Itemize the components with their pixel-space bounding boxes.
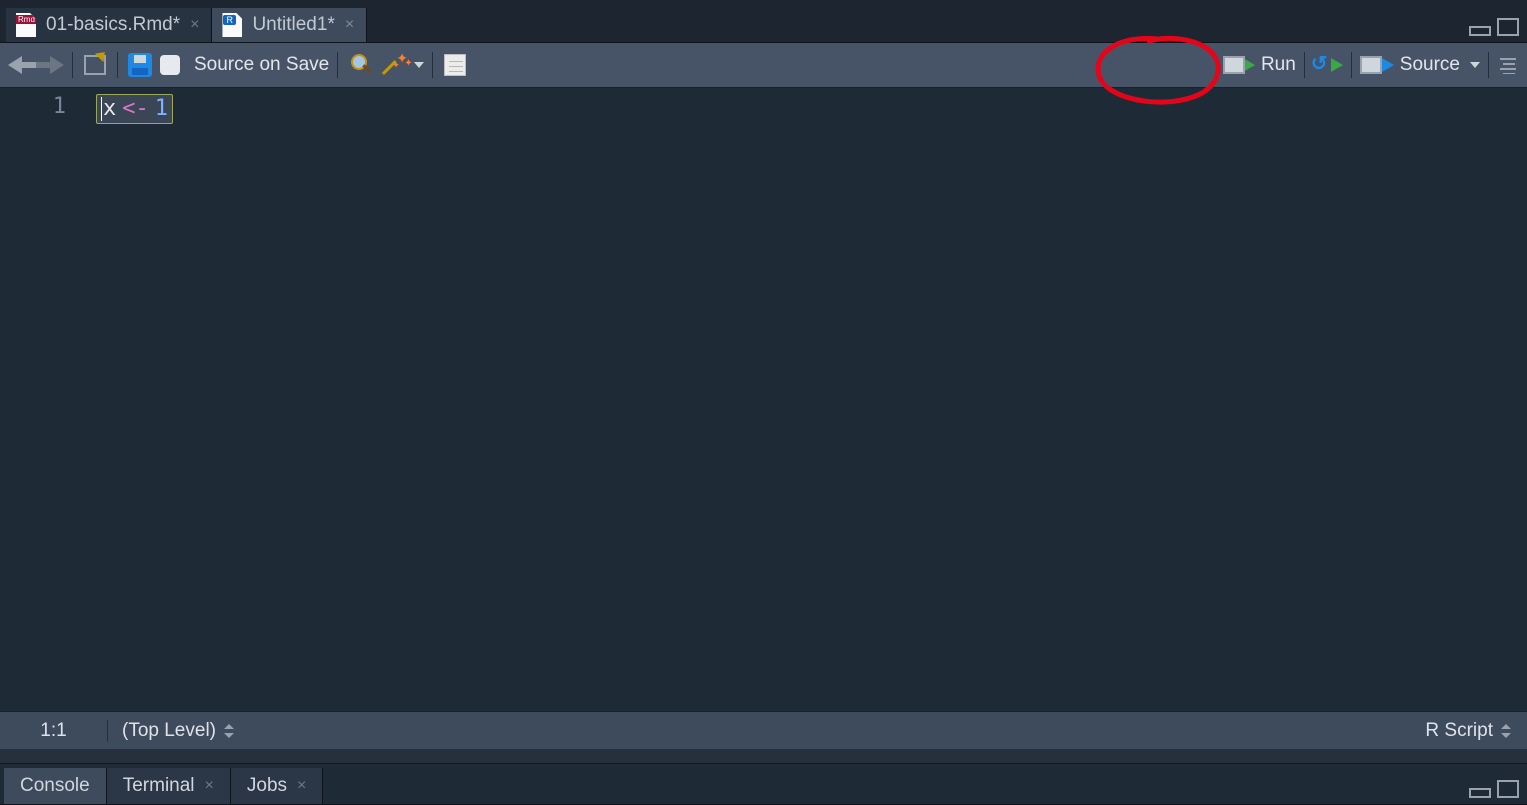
save-icon bbox=[128, 53, 152, 77]
source-arrow-icon bbox=[1382, 58, 1394, 72]
run-button[interactable]: Run bbox=[1223, 43, 1296, 87]
tab-file-1[interactable]: 01-basics.Rmd* × bbox=[6, 8, 212, 42]
outline-icon bbox=[1497, 56, 1519, 74]
updown-caret-icon bbox=[1501, 724, 1513, 738]
find-replace-button[interactable] bbox=[346, 51, 374, 79]
tab-terminal[interactable]: Terminal × bbox=[107, 768, 231, 804]
close-icon[interactable]: × bbox=[205, 777, 214, 795]
run-label: Run bbox=[1261, 54, 1296, 76]
text-cursor bbox=[101, 97, 102, 121]
minimize-pane-icon[interactable] bbox=[1469, 26, 1491, 36]
tab-label: Console bbox=[20, 775, 90, 797]
chevron-down-icon[interactable] bbox=[414, 62, 424, 68]
document-outline-button[interactable] bbox=[1497, 43, 1519, 87]
language-selector[interactable]: R Script bbox=[1411, 720, 1527, 742]
console-tabs: Console Terminal × Jobs × bbox=[0, 763, 1527, 805]
cursor-position: 1:1 bbox=[0, 720, 108, 742]
updown-caret-icon bbox=[224, 724, 236, 738]
tab-label: Terminal bbox=[123, 775, 195, 797]
token-identifier: x bbox=[103, 96, 116, 121]
token-operator: <- bbox=[122, 96, 149, 121]
search-icon bbox=[349, 54, 371, 76]
code-editor[interactable]: 1 x<-1 bbox=[0, 88, 1527, 711]
editor-statusbar: 1:1 (Top Level) R Script bbox=[0, 711, 1527, 749]
source-on-save-checkbox[interactable] bbox=[160, 51, 188, 79]
tab-console[interactable]: Console bbox=[4, 768, 107, 804]
run-arrow-icon bbox=[1331, 58, 1343, 72]
save-button[interactable] bbox=[126, 51, 154, 79]
code-selection: x<-1 bbox=[96, 94, 173, 124]
rerun-button[interactable] bbox=[1313, 43, 1343, 87]
code-area[interactable]: x<-1 bbox=[88, 88, 173, 711]
tab-file-2[interactable]: Untitled1* × bbox=[212, 8, 367, 42]
tab-label: Untitled1* bbox=[252, 14, 334, 36]
rmd-file-icon bbox=[16, 13, 36, 37]
scope-label: (Top Level) bbox=[122, 720, 216, 742]
close-icon[interactable]: × bbox=[190, 16, 199, 34]
source-on-save-label: Source on Save bbox=[194, 54, 329, 76]
r-file-icon bbox=[222, 13, 242, 37]
notebook-icon bbox=[444, 54, 466, 76]
compile-report-button[interactable] bbox=[441, 51, 469, 79]
maximize-pane-icon[interactable] bbox=[1497, 780, 1519, 798]
tab-label: 01-basics.Rmd* bbox=[46, 14, 180, 36]
wand-icon: ✦ ✦ ✦ bbox=[382, 53, 410, 77]
rerun-icon bbox=[1313, 56, 1331, 74]
minimize-pane-icon[interactable] bbox=[1469, 788, 1491, 798]
checkbox-icon bbox=[160, 55, 180, 75]
source-label: Source bbox=[1400, 54, 1460, 76]
token-number: 1 bbox=[155, 96, 168, 121]
show-in-new-window-button[interactable] bbox=[81, 51, 109, 79]
editor-tabs: 01-basics.Rmd* × Untitled1* × bbox=[0, 0, 1527, 43]
code-tools-button[interactable]: ✦ ✦ ✦ bbox=[382, 51, 410, 79]
pane-splitter[interactable] bbox=[0, 749, 1527, 763]
tab-label: Jobs bbox=[247, 775, 287, 797]
language-label: R Script bbox=[1425, 720, 1493, 742]
run-doc-icon bbox=[1223, 56, 1245, 74]
close-icon[interactable]: × bbox=[297, 777, 306, 795]
source-button[interactable]: Source bbox=[1360, 43, 1480, 87]
source-doc-icon bbox=[1360, 56, 1382, 74]
nav-forward-button[interactable] bbox=[36, 51, 64, 79]
editor-toolbar: Source on Save ✦ ✦ ✦ bbox=[0, 43, 1527, 88]
maximize-pane-icon[interactable] bbox=[1497, 18, 1519, 36]
line-number: 1 bbox=[0, 94, 66, 119]
line-gutter: 1 bbox=[0, 88, 88, 711]
chevron-down-icon[interactable] bbox=[1470, 62, 1480, 68]
tab-jobs[interactable]: Jobs × bbox=[231, 768, 323, 804]
close-icon[interactable]: × bbox=[345, 16, 354, 34]
scope-selector[interactable]: (Top Level) bbox=[108, 720, 250, 742]
nav-back-button[interactable] bbox=[8, 51, 36, 79]
